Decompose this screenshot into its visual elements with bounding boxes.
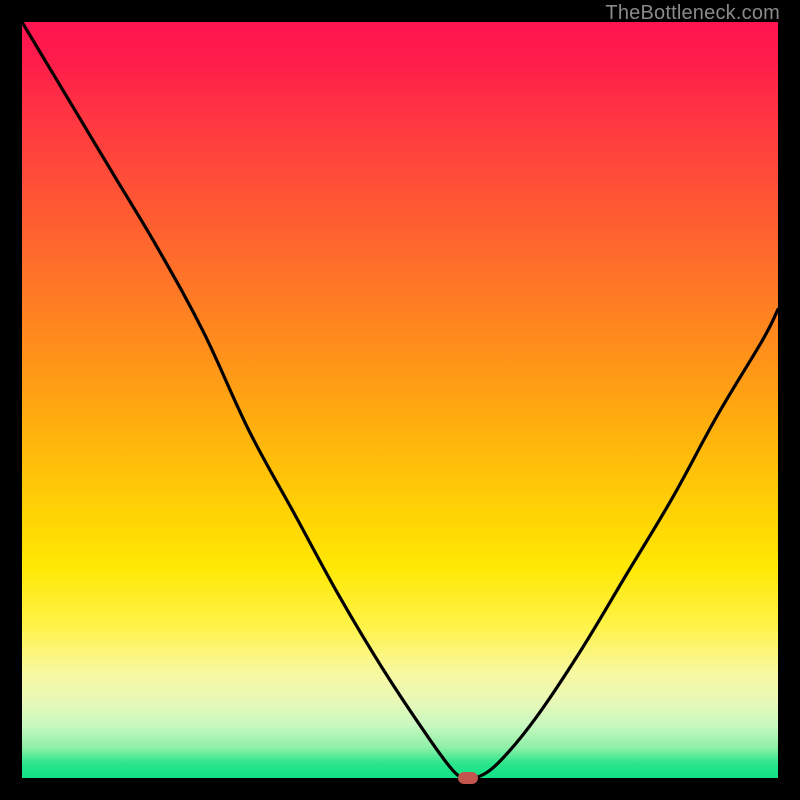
curve-svg [22,22,778,778]
watermark-text: TheBottleneck.com [605,2,780,25]
chart-frame: TheBottleneck.com [0,0,800,800]
min-marker [458,772,478,784]
plot-area [22,22,778,778]
bottleneck-curve-path [22,22,778,778]
